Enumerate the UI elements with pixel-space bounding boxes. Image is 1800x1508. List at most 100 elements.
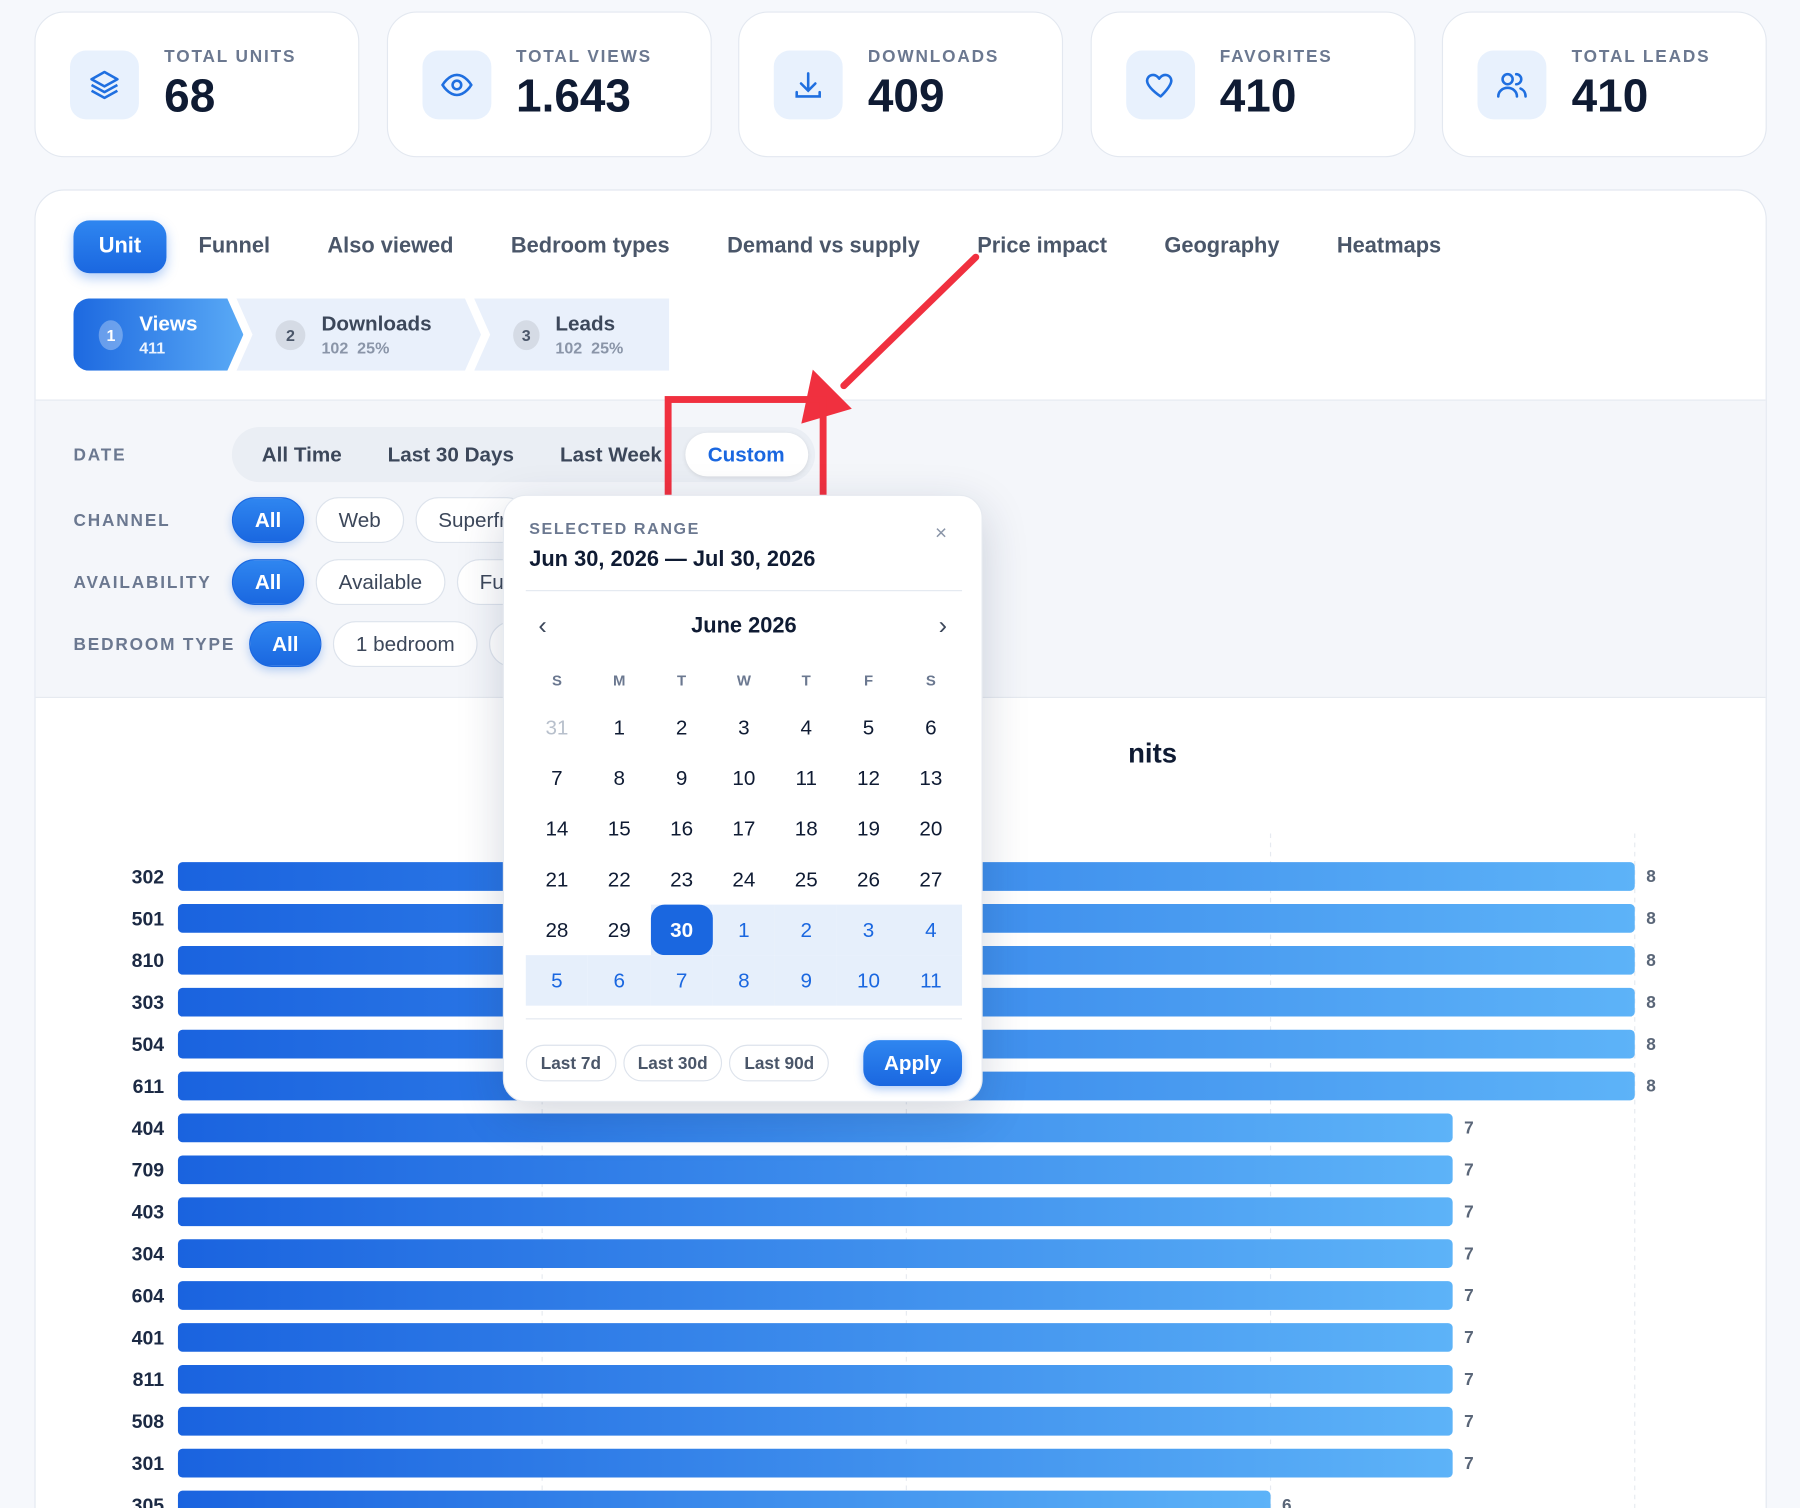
channel-chip-web[interactable]: Web	[315, 497, 404, 544]
calendar-day[interactable]: 13	[900, 753, 962, 804]
bar[interactable]	[177, 1155, 1453, 1185]
bar[interactable]	[177, 1364, 1453, 1394]
calendar-day[interactable]: 7	[650, 955, 713, 1006]
availability-chip-available[interactable]: Available	[315, 559, 446, 605]
filter-row-channel: CHANNEL All Web Superfr	[73, 497, 540, 544]
weekday-label: S	[925, 671, 936, 689]
quick-range-last-90d[interactable]: Last 90d	[729, 1044, 830, 1082]
weekday-label: M	[613, 671, 626, 689]
calendar-day[interactable]: 9	[650, 753, 712, 804]
calendar-day[interactable]: 25	[775, 854, 837, 905]
calendar-day[interactable]: 14	[526, 804, 588, 855]
bar[interactable]	[177, 1281, 1453, 1310]
date-option-last-week[interactable]: Last Week	[537, 433, 685, 477]
filter-row-availability: AVAILABILITY All Available Fu	[73, 559, 538, 605]
calendar-day[interactable]: 4	[899, 904, 963, 956]
calendar-day[interactable]: 23	[650, 854, 712, 905]
close-icon[interactable]: ×	[935, 521, 947, 545]
calendar-day[interactable]: 9	[775, 955, 838, 1006]
calendar-day[interactable]: 1	[588, 703, 650, 754]
bar-value-label: 8	[1646, 950, 1656, 970]
divider	[525, 1018, 963, 1020]
channel-chip-all[interactable]: All	[231, 497, 305, 544]
calendar-day[interactable]: 20	[900, 804, 962, 855]
calendar-day[interactable]: 16	[650, 804, 712, 855]
bar[interactable]	[177, 1490, 1271, 1508]
step-views[interactable]: 1 Views 411	[73, 298, 243, 370]
calendar-day[interactable]: 15	[588, 804, 650, 855]
bar-value-label: 7	[1464, 1201, 1474, 1221]
calendar-day[interactable]: 2	[650, 703, 712, 754]
stat-value: 410	[1219, 71, 1297, 122]
filter-row-bedroom: BEDROOM TYPE All 1 bedroom	[73, 621, 546, 667]
calendar-day[interactable]: 3	[713, 703, 775, 754]
tab-also-viewed[interactable]: Also viewed	[327, 220, 453, 273]
calendar-day[interactable]: 27	[900, 854, 962, 905]
bar[interactable]	[177, 1239, 1453, 1268]
calendar-day[interactable]: 1	[712, 904, 776, 956]
date-option-last-30-days[interactable]: Last 30 Days	[365, 433, 537, 477]
apply-button[interactable]: Apply	[863, 1040, 963, 1087]
calendar-day[interactable]: 8	[712, 955, 776, 1006]
tab-price-impact[interactable]: Price impact	[977, 220, 1107, 273]
availability-chip-all[interactable]: All	[231, 559, 305, 605]
calendar-day[interactable]: 29	[588, 905, 650, 956]
calendar-day[interactable]: 2	[775, 904, 838, 956]
calendar-day[interactable]: 11	[899, 955, 963, 1006]
calendar-day[interactable]: 5	[525, 955, 589, 1006]
calendar-day[interactable]: 7	[526, 753, 588, 804]
calendar-day[interactable]: 5	[837, 703, 899, 754]
quick-range-last-7d[interactable]: Last 7d	[525, 1044, 616, 1082]
bar[interactable]	[177, 1448, 1453, 1478]
divider	[525, 590, 963, 592]
bar[interactable]	[177, 1323, 1453, 1352]
bar-value-label: 7	[1464, 1285, 1474, 1305]
calendar-day[interactable]: 6	[588, 955, 651, 1006]
calendar-day[interactable]: 17	[713, 804, 775, 855]
calendar-day[interactable]: 8	[588, 753, 650, 804]
bar-category-label: 504	[132, 1034, 165, 1056]
calendar-day[interactable]: 28	[526, 905, 588, 956]
date-option-all-time[interactable]: All Time	[239, 433, 365, 477]
calendar-day[interactable]: 18	[775, 804, 837, 855]
calendar-day[interactable]: 22	[588, 854, 650, 905]
calendar-day-selected[interactable]: 30	[650, 904, 713, 956]
tab-funnel[interactable]: Funnel	[199, 220, 270, 273]
calendar-day[interactable]: 11	[775, 753, 837, 804]
calendar-day[interactable]: 12	[837, 753, 899, 804]
calendar-day[interactable]: 10	[837, 955, 900, 1006]
calendar-day[interactable]: 19	[837, 804, 899, 855]
bar-value-label: 7	[1464, 1411, 1474, 1431]
calendar-day[interactable]: 21	[526, 854, 588, 905]
stat-cards: TOTAL UNITS 68 TOTAL VIEWS 1.643 DOWNLOA…	[34, 11, 1767, 158]
tab-unit[interactable]: Unit	[73, 220, 167, 274]
calendar-day[interactable]: 24	[713, 854, 775, 905]
bar-value-label: 8	[1646, 866, 1656, 886]
step-downloads[interactable]: 2 Downloads 102 25%	[236, 298, 481, 370]
bar-value-label: 8	[1646, 908, 1656, 928]
filter-label-channel: CHANNEL	[73, 510, 171, 530]
tab-bedroom-types[interactable]: Bedroom types	[511, 220, 670, 273]
bar[interactable]	[177, 1197, 1453, 1227]
step-leads[interactable]: 3 Leads 102 25%	[474, 298, 670, 371]
bar-value-label: 7	[1464, 1118, 1474, 1138]
calendar-day[interactable]: 3	[837, 904, 900, 956]
tab-heatmaps[interactable]: Heatmaps	[1337, 220, 1441, 273]
calendar-day[interactable]: 6	[900, 703, 962, 754]
tab-geography[interactable]: Geography	[1164, 220, 1279, 273]
bedroom-chip-all[interactable]: All	[249, 621, 322, 667]
bedroom-chip-1-bedroom[interactable]: 1 bedroom	[332, 621, 478, 667]
stat-value: 68	[164, 71, 216, 122]
chevron-right-icon[interactable]: ›	[939, 611, 947, 641]
quick-range-last-30d[interactable]: Last 30d	[622, 1044, 723, 1082]
calendar-day[interactable]: 26	[837, 854, 899, 905]
calendar-day[interactable]: 4	[775, 703, 837, 754]
calendar-day[interactable]: 10	[713, 753, 775, 804]
tab-demand-vs-supply[interactable]: Demand vs supply	[727, 220, 920, 273]
bar[interactable]	[177, 1113, 1453, 1143]
bar-value-label: 7	[1464, 1243, 1474, 1263]
bar-category-label: 501	[132, 908, 165, 930]
calendar-day[interactable]: 31	[526, 703, 588, 754]
bar[interactable]	[177, 1406, 1453, 1436]
selected-range-value: Jun 30, 2026 — Jul 30, 2026	[529, 547, 816, 572]
